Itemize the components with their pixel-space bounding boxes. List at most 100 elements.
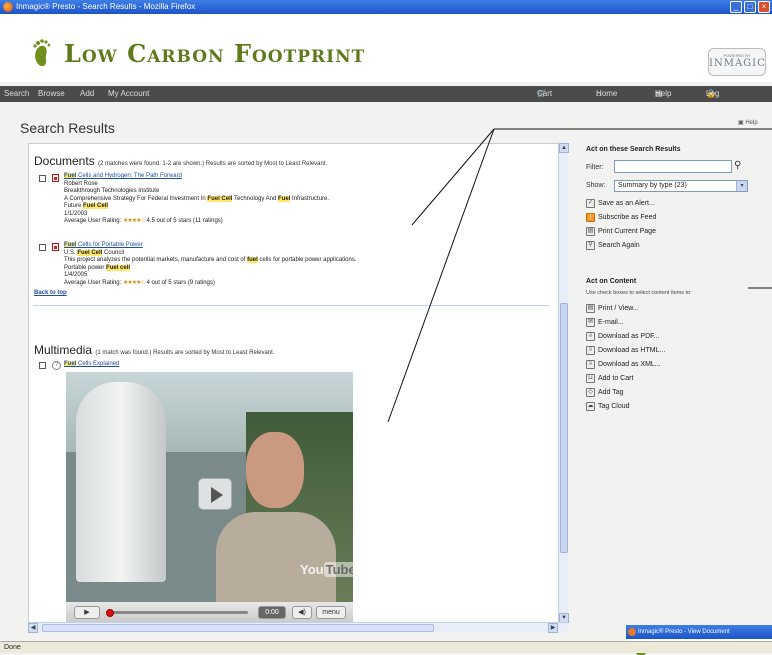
result-date: 1/4/2005: [64, 272, 88, 278]
title-highlight: Fuel: [64, 361, 77, 367]
page-header: [0, 102, 772, 142]
add-to-cart-action[interactable]: ⊔ Add to Cart: [586, 374, 633, 383]
tag-icon: ◇: [586, 388, 595, 397]
rating-stars[interactable]: ★★★★☆: [123, 280, 146, 286]
tag-cloud-icon: ☁: [586, 402, 595, 411]
results-panel: Documents (2 matches were found. 1-2 are…: [28, 143, 568, 623]
vertical-scrollbar[interactable]: ▲ ▼: [558, 143, 569, 623]
tag-cloud-action[interactable]: ☁ Tag Cloud: [586, 402, 630, 411]
video-progress-slider[interactable]: [106, 609, 248, 617]
print-view-action[interactable]: ▤ Print / View...: [586, 304, 639, 313]
download-pdf-action[interactable]: ⇩ Download as PDF...: [586, 332, 659, 341]
extra-highlight: Fuel cell: [106, 264, 131, 271]
action-label: E-mail...: [598, 319, 624, 326]
horizontal-scroll-thumb[interactable]: [42, 624, 434, 632]
search-again-action[interactable]: ⚲ Search Again: [586, 241, 640, 250]
nav-my-account[interactable]: My Account: [108, 86, 149, 102]
download-icon: ⇩: [586, 346, 595, 355]
video-frame: [76, 382, 166, 582]
email-action[interactable]: ✉ E-mail...: [586, 318, 624, 327]
nav-help-label: Help: [655, 89, 672, 98]
maximize-button[interactable]: □: [744, 1, 756, 13]
title-rest: Cells for Portable Power: [76, 242, 143, 248]
action-label: Print Current Page: [598, 228, 656, 235]
desc-part: Infrastructure.: [290, 195, 330, 202]
video-time: 0:00: [258, 606, 286, 619]
alert-icon: ✓: [586, 199, 595, 208]
multimedia-summary: (1 match was found.) Results are sorted …: [95, 350, 275, 356]
action-label: Print / View...: [598, 305, 639, 312]
result-checkbox[interactable]: [39, 244, 46, 251]
desc-part: cells for portable power applications.: [257, 257, 357, 263]
video-menu-button[interactable]: menu: [316, 606, 346, 619]
search-icon[interactable]: ⚲: [734, 160, 748, 173]
author-part: Council: [102, 249, 125, 256]
subscribe-feed-action[interactable]: ) Subscribe as Feed: [586, 213, 656, 222]
section-divider: [33, 305, 549, 306]
search-icon: ⚲: [586, 241, 595, 250]
video-play-overlay-button[interactable]: [198, 478, 232, 510]
sidebar: Act on these Search Results Filter: ⚲ Sh…: [570, 138, 772, 638]
scroll-left-arrow[interactable]: ◀: [28, 623, 38, 633]
scroll-right-arrow[interactable]: ▶: [548, 623, 558, 633]
result-checkbox[interactable]: [39, 362, 46, 369]
multimedia-icon: ?: [52, 361, 61, 370]
nav-add[interactable]: Add: [80, 86, 94, 102]
vendor-name: INMAGIC: [709, 58, 766, 69]
action-label: Download as HTML...: [598, 347, 666, 354]
action-label: Download as XML...: [598, 361, 661, 368]
desc-part: A Comprehensive Strategy For Federal Inv…: [64, 195, 208, 202]
documents-summary: (2 matches were found. 1-2 are shown.) R…: [98, 161, 328, 167]
play-button[interactable]: ▶: [74, 606, 100, 619]
page-help-button[interactable]: ▣ Help: [738, 119, 758, 126]
pdf-icon: [52, 243, 59, 251]
background-window-titlebar[interactable]: Inmagic® Presto - View Document: [626, 625, 772, 639]
close-button[interactable]: ×: [758, 1, 770, 13]
minimize-button[interactable]: _: [730, 1, 742, 13]
result-description: A Comprehensive Strategy For Federal Inv…: [64, 195, 554, 204]
add-tag-action[interactable]: ◇ Add Tag: [586, 388, 624, 397]
video-frame: [216, 432, 336, 622]
rating-label: Average User Rating:: [64, 218, 122, 224]
document-title-link[interactable]: Fuel Cells and Hydrogen: The Path Forwar…: [64, 173, 554, 181]
email-icon: ✉: [586, 318, 595, 327]
result-checkbox[interactable]: [39, 175, 46, 182]
rss-icon: ): [586, 213, 595, 222]
document-title-link[interactable]: Fuel Cells for Portable Power: [64, 242, 554, 250]
save-alert-action[interactable]: ✓ Save as an Alert...: [586, 199, 655, 208]
video-frame: [246, 432, 304, 508]
action-label: Download as PDF...: [598, 333, 660, 340]
rating-label: Average User Rating:: [64, 279, 122, 286]
result-extra: Portable power Fuel cell: [64, 264, 554, 273]
download-html-action[interactable]: ⇩ Download as HTML...: [586, 346, 665, 355]
scroll-up-arrow[interactable]: ▲: [559, 143, 569, 153]
nav-browse[interactable]: Browse: [38, 86, 65, 102]
youtube-logo-text: Tube: [323, 562, 353, 577]
filter-input[interactable]: [614, 160, 732, 173]
extra-part: Future: [64, 203, 84, 209]
video-player[interactable]: You Tube ▶ 0:00 ◀) menu: [66, 372, 353, 622]
multimedia-title-link[interactable]: Fuel Cells Explained: [64, 361, 119, 369]
download-xml-action[interactable]: ⇩ Download as XML...: [586, 360, 661, 369]
vertical-scroll-thumb[interactable]: [560, 303, 568, 553]
print-page-action[interactable]: ▤ Print Current Page: [586, 227, 656, 236]
rating-stars[interactable]: ★★★★☆: [123, 218, 146, 224]
result-rating: Average User Rating: ★★★★☆ 4.5 out of 5 …: [64, 218, 554, 226]
window-titlebar: Inmagic® Presto - Search Results - Mozil…: [0, 0, 772, 14]
result-date: 1/1/2003: [64, 210, 88, 217]
show-select[interactable]: Summary by type (23) ▾: [614, 180, 748, 192]
horizontal-scrollbar[interactable]: ◀ ▶: [28, 622, 568, 633]
action-label: Add Tag: [598, 389, 624, 396]
title-rest: Cells Explained: [76, 361, 120, 367]
chevron-down-icon: ▾: [736, 181, 747, 191]
site-logo[interactable]: Low Carbon Footprint: [30, 36, 365, 70]
main-navbar: Search Browse Add My Account 🛒 Cart (0) …: [0, 86, 772, 130]
back-to-top-link[interactable]: Back to top: [34, 290, 67, 296]
volume-icon[interactable]: ◀): [292, 606, 312, 619]
desc-part: Technology And: [232, 195, 279, 202]
background-window-title: Inmagic® Presto - View Document: [638, 629, 730, 635]
site-banner: Low Carbon Footprint POWERED BY INMAGIC: [0, 14, 772, 82]
footprint-icon: [33, 39, 51, 67]
title-rest: Cells and Hydrogen: The Path Forward: [76, 173, 182, 179]
nav-search[interactable]: Search: [4, 86, 29, 102]
